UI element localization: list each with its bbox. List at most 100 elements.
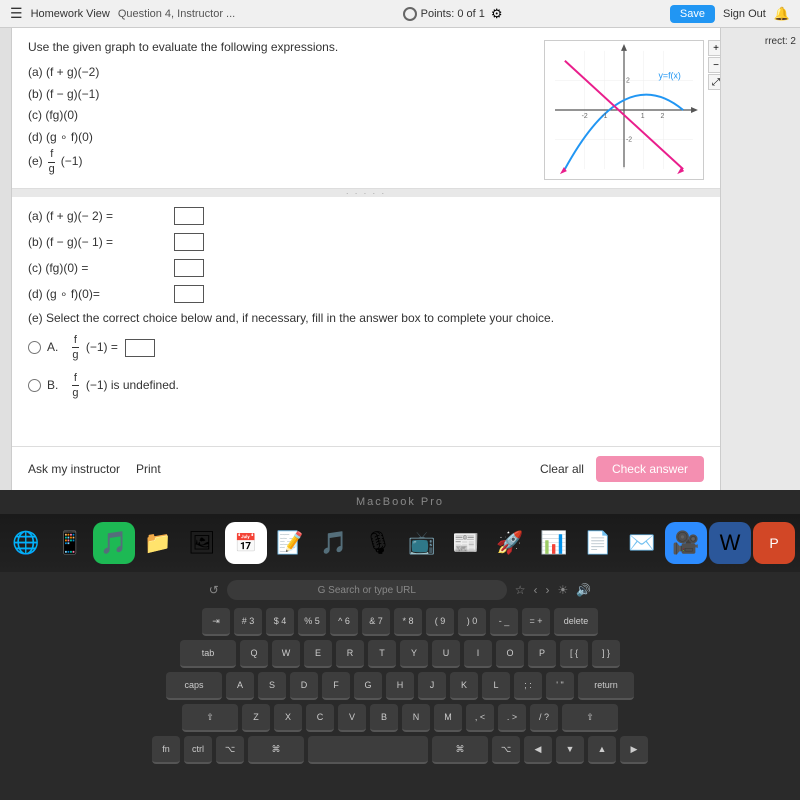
dock-word[interactable]: W: [709, 522, 751, 564]
key-b[interactable]: B: [370, 704, 398, 732]
gear-icon[interactable]: ⚙: [491, 6, 503, 22]
key-z[interactable]: Z: [242, 704, 270, 732]
key-tab[interactable]: ⇥: [202, 608, 230, 636]
key-close-brace[interactable]: ] }: [592, 640, 620, 668]
back-icon[interactable]: ↺: [209, 583, 219, 597]
ask-instructor-button[interactable]: Ask my instructor: [28, 462, 120, 476]
key-caret[interactable]: ^ 6: [330, 608, 358, 636]
key-delete[interactable]: delete: [554, 608, 598, 636]
key-caps[interactable]: caps: [166, 672, 222, 700]
dock-powerpoint[interactable]: P: [753, 522, 795, 564]
key-t[interactable]: T: [368, 640, 396, 668]
option-a-input[interactable]: [125, 339, 155, 357]
nav-forward-icon[interactable]: ›: [546, 583, 550, 597]
key-percent[interactable]: % 5: [298, 608, 326, 636]
answer-d-input[interactable]: [174, 285, 204, 303]
print-button[interactable]: Print: [136, 462, 161, 476]
answer-b-input[interactable]: [174, 233, 204, 251]
dock-pages[interactable]: 📄: [577, 522, 619, 564]
key-semicolon[interactable]: ; :: [514, 672, 542, 700]
zoom-out-button[interactable]: −: [708, 57, 720, 73]
key-l[interactable]: L: [482, 672, 510, 700]
clear-all-button[interactable]: Clear all: [540, 462, 584, 476]
key-cmd-l[interactable]: ⌘: [248, 736, 304, 764]
bookmark-icon[interactable]: ☆: [515, 583, 526, 597]
key-u[interactable]: U: [432, 640, 460, 668]
key-right[interactable]: ▶: [620, 736, 648, 764]
key-m[interactable]: M: [434, 704, 462, 732]
dock-itunes[interactable]: 🎵: [313, 522, 355, 564]
sign-out-button[interactable]: Sign Out: [723, 8, 766, 20]
key-h[interactable]: H: [386, 672, 414, 700]
key-amp[interactable]: & 7: [362, 608, 390, 636]
answer-a-input[interactable]: [174, 207, 204, 225]
dock-notes[interactable]: 📝: [269, 522, 311, 564]
key-dollar[interactable]: $ 4: [266, 608, 294, 636]
save-button[interactable]: Save: [670, 5, 715, 23]
key-v[interactable]: V: [338, 704, 366, 732]
key-down[interactable]: ▼: [556, 736, 584, 764]
key-ctrl[interactable]: ctrl: [184, 736, 212, 764]
dock-calendar[interactable]: 📅: [225, 522, 267, 564]
key-minus[interactable]: - _: [490, 608, 518, 636]
key-quote[interactable]: ' ": [546, 672, 574, 700]
key-c[interactable]: C: [306, 704, 334, 732]
key-o[interactable]: O: [496, 640, 524, 668]
key-s[interactable]: S: [258, 672, 286, 700]
dock-mail[interactable]: ✉️: [621, 522, 663, 564]
url-bar[interactable]: G Search or type URL: [227, 580, 507, 600]
key-f[interactable]: F: [322, 672, 350, 700]
dock-news[interactable]: 📰: [445, 522, 487, 564]
key-d[interactable]: D: [290, 672, 318, 700]
dock-launchpad[interactable]: 🚀: [489, 522, 531, 564]
key-cmd-r[interactable]: ⌘: [432, 736, 488, 764]
key-plus[interactable]: = +: [522, 608, 550, 636]
brightness-icon[interactable]: ☀: [558, 583, 569, 597]
dock-facetime[interactable]: 📱: [49, 522, 91, 564]
hamburger-icon[interactable]: ☰: [10, 5, 23, 22]
zoom-in-button[interactable]: +: [708, 40, 720, 56]
key-up[interactable]: ▲: [588, 736, 616, 764]
key-j[interactable]: J: [418, 672, 446, 700]
check-answer-button[interactable]: Check answer: [596, 456, 704, 482]
key-open-paren[interactable]: ( 9: [426, 608, 454, 636]
key-a[interactable]: A: [226, 672, 254, 700]
key-close-paren[interactable]: ) 0: [458, 608, 486, 636]
key-slash[interactable]: / ?: [530, 704, 558, 732]
key-e[interactable]: E: [304, 640, 332, 668]
key-fn[interactable]: fn: [152, 736, 180, 764]
volume-icon[interactable]: 🔊: [576, 583, 591, 597]
key-period[interactable]: . >: [498, 704, 526, 732]
key-left[interactable]: ◀: [524, 736, 552, 764]
nav-back-icon[interactable]: ‹: [534, 583, 538, 597]
dock-zoom[interactable]: 🎥: [665, 522, 707, 564]
key-tab2[interactable]: tab: [180, 640, 236, 668]
option-a-radio[interactable]: [28, 341, 41, 354]
dock-podcast[interactable]: 🎙: [357, 522, 399, 564]
key-k[interactable]: K: [450, 672, 478, 700]
key-p[interactable]: P: [528, 640, 556, 668]
dock-appletv[interactable]: 📺: [401, 522, 443, 564]
key-shift-l[interactable]: ⇧: [182, 704, 238, 732]
key-i[interactable]: I: [464, 640, 492, 668]
key-n[interactable]: N: [402, 704, 430, 732]
dock-photos[interactable]: 🖼: [181, 522, 223, 564]
expand-button[interactable]: ⤢: [708, 74, 720, 90]
bell-icon[interactable]: 🔔: [774, 6, 790, 22]
dock-files[interactable]: 📁: [137, 522, 179, 564]
key-y[interactable]: Y: [400, 640, 428, 668]
key-star[interactable]: * 8: [394, 608, 422, 636]
dock-finder[interactable]: 🌐: [5, 522, 47, 564]
option-b-radio[interactable]: [28, 379, 41, 392]
key-alt-l[interactable]: ⌥: [216, 736, 244, 764]
key-r[interactable]: R: [336, 640, 364, 668]
dock-numbers[interactable]: 📊: [533, 522, 575, 564]
key-return[interactable]: return: [578, 672, 634, 700]
key-x[interactable]: X: [274, 704, 302, 732]
answer-c-input[interactable]: [174, 259, 204, 277]
key-open-brace[interactable]: [ {: [560, 640, 588, 668]
key-hash[interactable]: # 3: [234, 608, 262, 636]
key-alt-r[interactable]: ⌥: [492, 736, 520, 764]
key-comma[interactable]: , <: [466, 704, 494, 732]
key-space[interactable]: [308, 736, 428, 764]
